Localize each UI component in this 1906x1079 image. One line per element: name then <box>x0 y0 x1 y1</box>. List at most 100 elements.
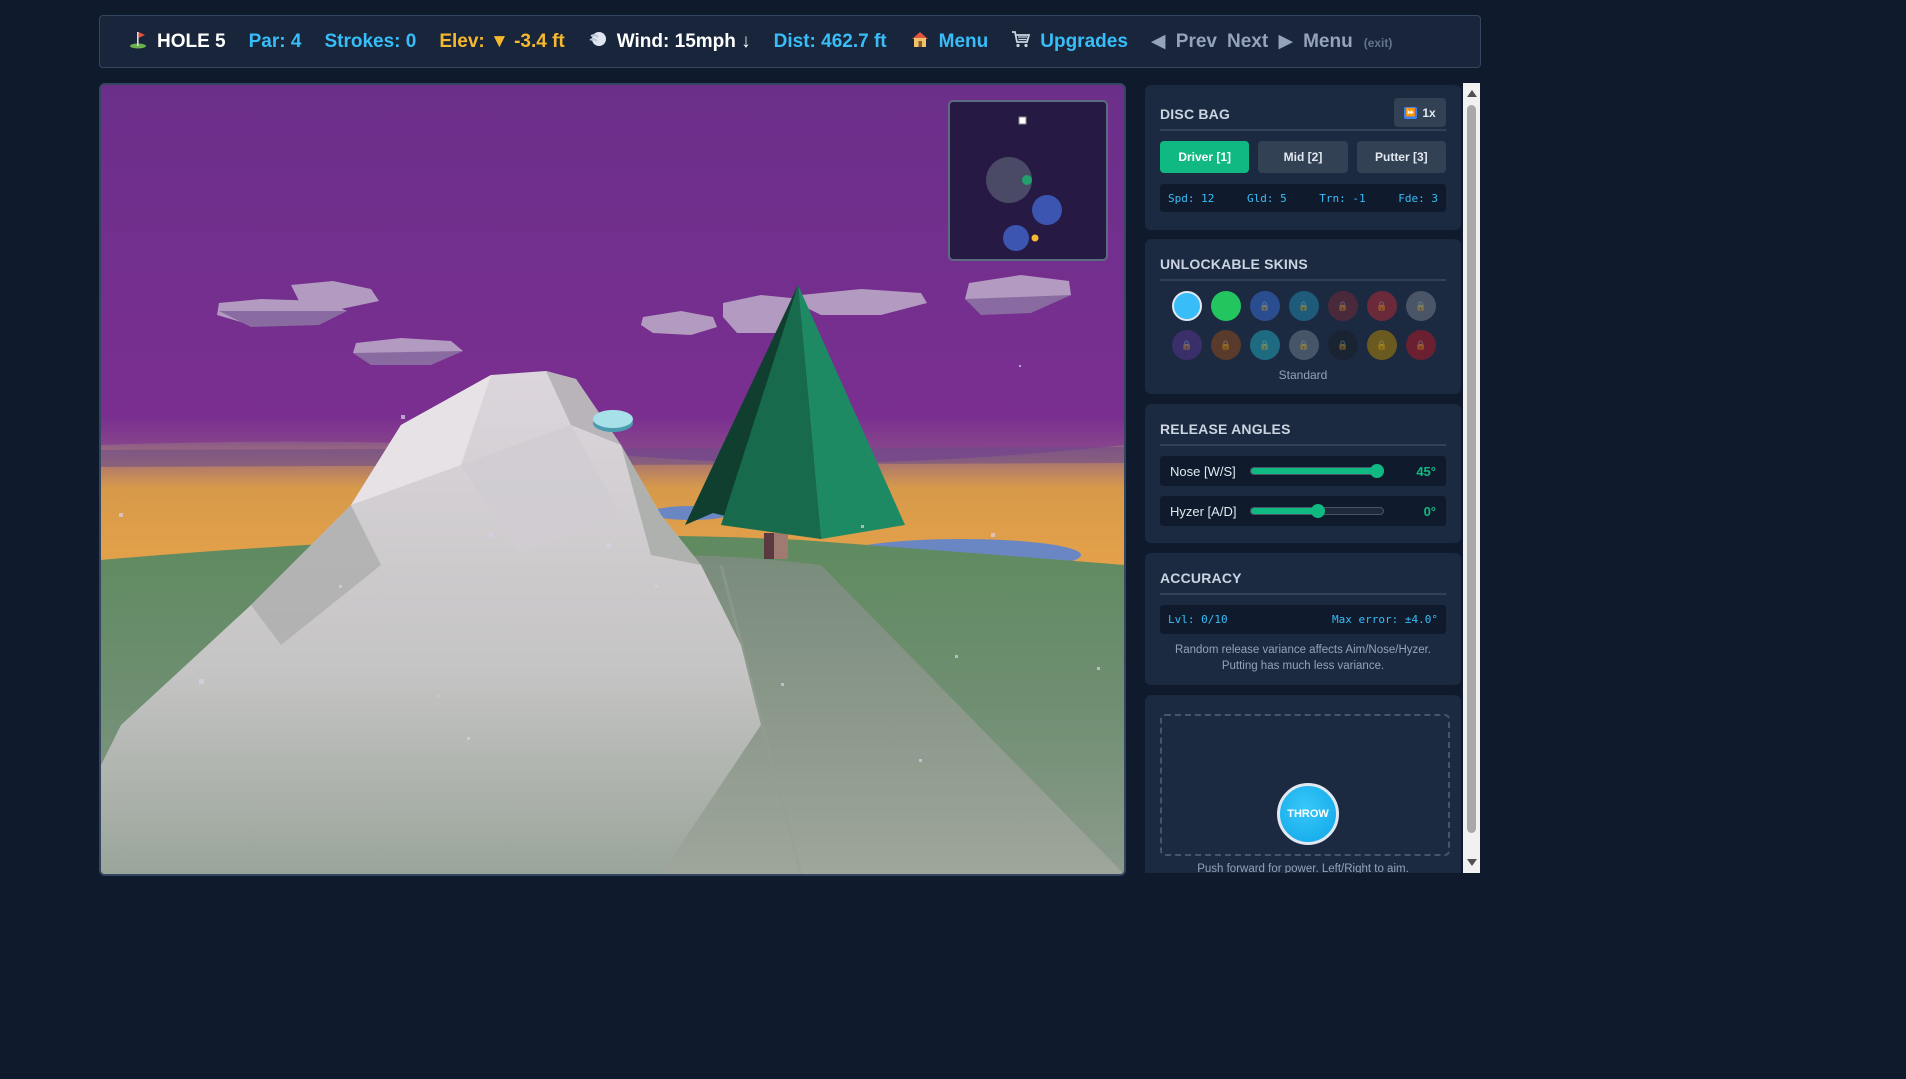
scroll-up-arrow-icon[interactable] <box>1467 90 1477 97</box>
skin-swatch-locked[interactable]: 🔒 <box>1406 330 1436 360</box>
skin-swatch-locked[interactable]: 🔒 <box>1250 291 1280 321</box>
accuracy-note: Random release variance affects Aim/Nose… <box>1174 644 1432 672</box>
lock-icon: 🔒 <box>1298 339 1310 350</box>
wind-label: Wind: 15mph ↓ <box>616 30 751 52</box>
skin-swatch-locked[interactable]: 🔒 <box>1289 291 1319 321</box>
top-hud: HOLE 5 Par: 4 Strokes: 0 Elev: ▼ -3.4 ft… <box>99 15 1481 68</box>
distance-label: Dist: 462.7 ft <box>773 30 887 52</box>
accuracy-level: Lvl: 0/10 <box>1168 613 1228 626</box>
glide-stat: Gld: 5 <box>1246 191 1287 205</box>
speed-stat: Spd: 12 <box>1168 191 1215 205</box>
skin-swatch[interactable] <box>1211 291 1241 321</box>
nose-slider-fill <box>1251 468 1377 474</box>
lock-icon: 🔒 <box>1259 300 1271 311</box>
hyzer-value: 0° <box>1423 503 1436 519</box>
speed-toggle-button[interactable]: ⏩ 1x <box>1394 98 1446 127</box>
accuracy-max-error: Max error: ±4.0° <box>1332 613 1438 626</box>
lock-icon: 🔒 <box>1337 300 1349 311</box>
flag-icon <box>128 29 148 54</box>
mid-button[interactable]: Mid [2] <box>1258 141 1348 173</box>
skin-swatch-locked[interactable]: 🔒 <box>1367 330 1397 360</box>
lock-icon: 🔒 <box>1415 300 1427 311</box>
next-label: Next <box>1227 31 1269 52</box>
flying-disc <box>593 410 633 432</box>
lock-icon: 🔒 <box>1376 300 1388 311</box>
minimap-basket <box>1018 116 1027 125</box>
skin-swatch-locked[interactable]: 🔒 <box>1328 330 1358 360</box>
skin-swatch-locked[interactable]: 🔒 <box>1289 330 1319 360</box>
minimap-pond <box>1032 195 1062 225</box>
scrollbar-thumb[interactable] <box>1467 105 1476 833</box>
lock-icon: 🔒 <box>1415 339 1427 350</box>
nose-slider-handle[interactable] <box>1369 464 1384 478</box>
hyzer-label: Hyzer [A/D] <box>1170 503 1237 519</box>
exit-menu-button[interactable]: Menu (exit) <box>1303 31 1397 53</box>
scroll-down-arrow-icon[interactable] <box>1467 859 1477 866</box>
hyzer-slider-handle[interactable] <box>1311 504 1325 518</box>
speed-label: 1x <box>1422 105 1436 120</box>
lock-icon: 🔒 <box>1259 339 1271 350</box>
accuracy-title: ACCURACY <box>1160 553 1446 595</box>
hyzer-slider[interactable] <box>1250 504 1384 518</box>
throw-joystick-area[interactable]: THROW <box>1160 714 1450 856</box>
fade-stat: Fde: 3 <box>1398 191 1438 205</box>
wind-icon <box>588 29 608 54</box>
elevation-indicator: Elev: ▼ -3.4 ft <box>439 31 564 53</box>
hyzer-slider-row: Hyzer [A/D] 0° <box>1160 496 1446 526</box>
lock-icon: 🔒 <box>1376 339 1388 350</box>
accuracy-panel: ACCURACY Lvl: 0/10 Max error: ±4.0° Rand… <box>1145 553 1461 685</box>
throw-panel: THROW Push forward for power. Left/Right… <box>1145 695 1461 873</box>
triangle-left-icon: ◀ <box>1150 31 1166 52</box>
side-panel: DISC BAG ⏩ 1x Driver [1] Mid [2] Putter … <box>1145 83 1463 873</box>
menu-label: Menu <box>938 30 989 52</box>
skin-swatch-locked[interactable]: 🔒 <box>1172 330 1202 360</box>
hole-indicator: HOLE 5 <box>128 29 226 54</box>
skins-panel: UNLOCKABLE SKINS 🔒 🔒 🔒 🔒 🔒 🔒 🔒 🔒 🔒 🔒 🔒 🔒 Standard <box>1145 239 1461 394</box>
upgrades-button[interactable]: Upgrades <box>1011 29 1128 54</box>
release-angles-title: RELEASE ANGLES <box>1160 404 1446 446</box>
skin-swatch-locked[interactable]: 🔒 <box>1406 291 1436 321</box>
throw-button[interactable]: THROW <box>1277 783 1339 845</box>
wind-indicator: Wind: 15mph ↓ <box>588 29 751 54</box>
house-icon <box>910 29 930 54</box>
fast-forward-icon: ⏩ <box>1404 106 1418 119</box>
minimap-tree <box>1022 175 1032 185</box>
accuracy-readout: Lvl: 0/10 Max error: ±4.0° <box>1160 605 1446 634</box>
skin-grid: 🔒 🔒 🔒 🔒 🔒 🔒 🔒 🔒 🔒 🔒 🔒 🔒 <box>1172 291 1446 360</box>
lock-icon: 🔒 <box>1181 339 1193 350</box>
nose-value: 45° <box>1416 463 1436 479</box>
hyzer-slider-fill <box>1251 508 1318 514</box>
throw-hint: Push forward for power. Left/Right to ai… <box>1197 863 1409 873</box>
skin-swatch-locked[interactable]: 🔒 <box>1250 330 1280 360</box>
next-button[interactable]: Next ▶ <box>1227 30 1298 53</box>
disc-type-selector: Driver [1] Mid [2] Putter [3] <box>1160 141 1446 173</box>
skin-swatch-locked[interactable]: 🔒 <box>1367 291 1397 321</box>
upgrades-label: Upgrades <box>1040 30 1128 52</box>
lock-icon: 🔒 <box>1337 339 1349 350</box>
strokes-label: Strokes: 0 <box>324 30 417 52</box>
skin-swatch-locked[interactable]: 🔒 <box>1211 330 1241 360</box>
triangle-right-icon: ▶ <box>1278 31 1294 52</box>
menu-button[interactable]: Menu <box>910 29 989 54</box>
cart-icon <box>1011 29 1031 54</box>
prev-label: Prev <box>1175 31 1217 52</box>
hole-label: HOLE 5 <box>157 30 226 52</box>
release-angles-panel: RELEASE ANGLES Nose [W/S] 45° Hyzer [A/D… <box>1145 404 1461 543</box>
minimap <box>948 100 1108 261</box>
skin-swatch[interactable] <box>1172 291 1202 321</box>
selected-skin-name: Standard <box>1278 368 1328 382</box>
minimap-pond <box>1003 225 1029 251</box>
putter-button[interactable]: Putter [3] <box>1356 141 1446 173</box>
nose-label: Nose [W/S] <box>1170 463 1236 479</box>
skins-title: UNLOCKABLE SKINS <box>1160 239 1446 281</box>
nose-slider[interactable] <box>1250 464 1384 478</box>
skin-swatch-locked[interactable]: 🔒 <box>1328 291 1358 321</box>
side-panel-scrollbar[interactable] <box>1463 83 1480 873</box>
exit-note: (exit) <box>1363 35 1393 50</box>
game-viewport[interactable] <box>99 83 1126 876</box>
minimap-player <box>1031 234 1039 242</box>
par-label: Par: 4 <box>248 30 302 52</box>
driver-button[interactable]: Driver [1] <box>1160 141 1250 173</box>
elevation-label: Elev: ▼ -3.4 ft <box>439 30 565 52</box>
prev-button[interactable]: ◀ Prev <box>1151 30 1222 53</box>
